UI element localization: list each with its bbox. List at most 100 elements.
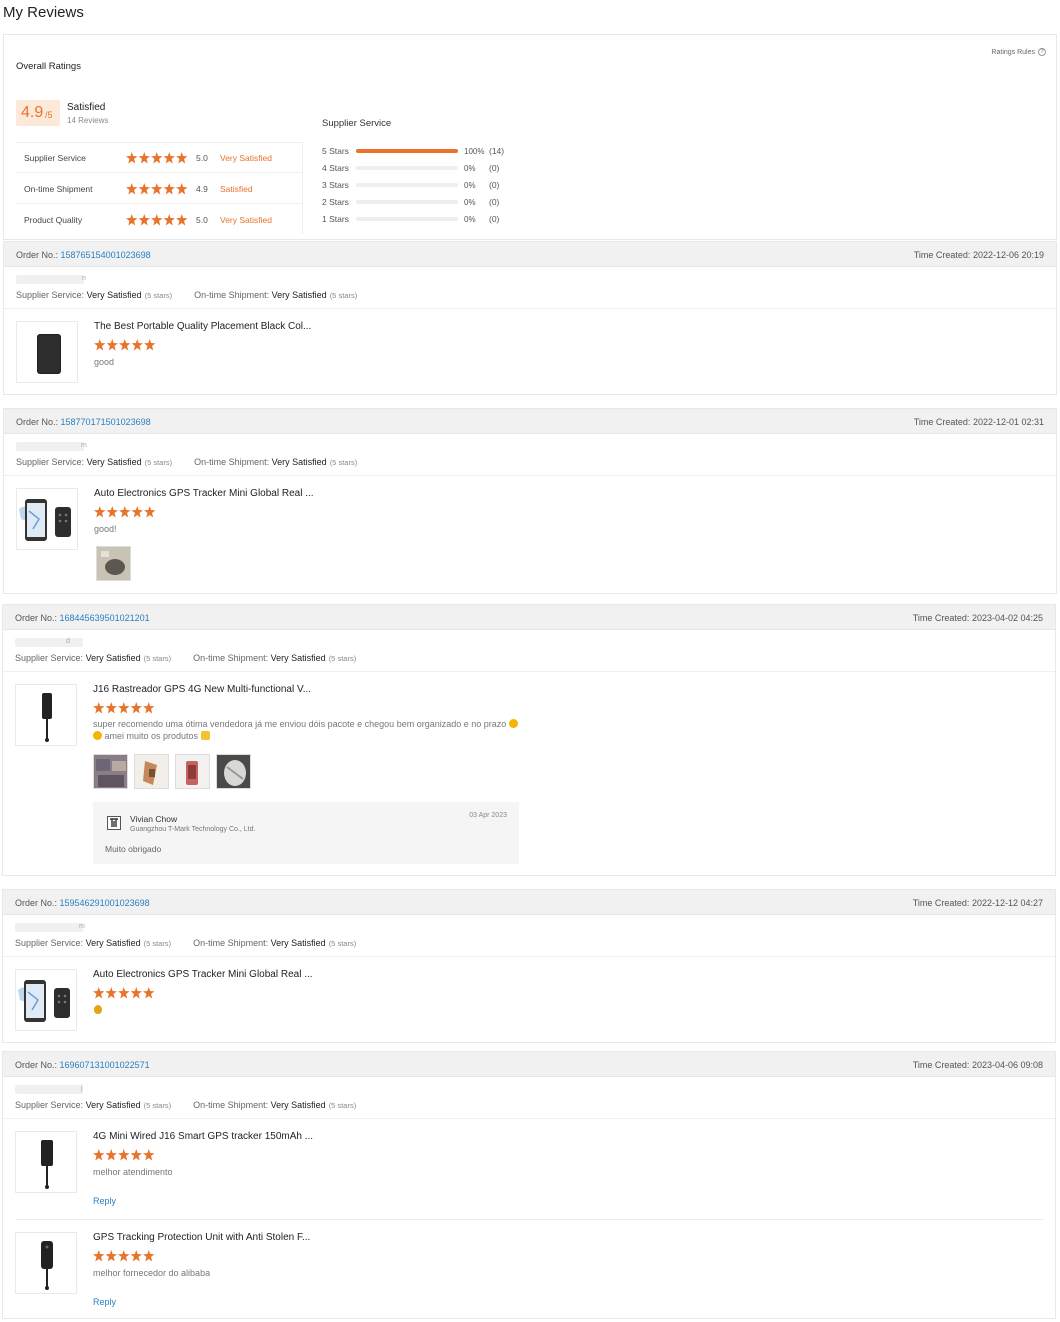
star-icon <box>151 152 163 164</box>
star-icon <box>143 987 155 999</box>
star-icon <box>163 152 175 164</box>
star-icon <box>126 152 138 164</box>
phone-map-tracker-image <box>18 980 70 1022</box>
order-number-label: Order No.: <box>15 898 58 908</box>
reply-button[interactable]: Reply <box>93 1196 116 1206</box>
ontime-shipment-label: On-time Shipment: <box>193 653 269 663</box>
order-header: Order No.: 159546291001023698 Time Creat… <box>3 890 1055 915</box>
order-ratings-line: Supplier Service: Very Satisfied (5 stars… <box>15 653 356 663</box>
order-header: Order No.: 158770171501023698 Time Creat… <box>4 409 1056 434</box>
smile-emoji-icon <box>508 719 518 728</box>
order-number-link[interactable]: 169607131001022571 <box>60 1060 150 1070</box>
product-name[interactable]: Auto Electronics GPS Tracker Mini Global… <box>94 488 314 499</box>
breakdown-bar <box>356 200 458 204</box>
phone-map-tracker-image <box>19 499 71 541</box>
category-name: On-time Shipment <box>24 184 93 194</box>
breakdown-pct: 0% <box>464 181 476 190</box>
star-icon <box>105 987 117 999</box>
time-created-label: Time Created: <box>912 613 970 623</box>
breakdown-pct: 0% <box>464 198 476 207</box>
star-icon <box>151 214 163 226</box>
supplier-service-rating: Very Satisfied <box>86 290 142 300</box>
time-created-value: 2022-12-01 02:31 <box>972 417 1044 427</box>
star-icon <box>93 1250 105 1262</box>
item-divider <box>15 1219 1043 1220</box>
star-icon <box>163 183 175 195</box>
order-ratings-line: Supplier Service: Very Satisfied (5 stars… <box>16 290 357 300</box>
product-thumbnail[interactable] <box>16 321 78 383</box>
order-number-link[interactable]: 159546291001023698 <box>60 898 150 908</box>
ontime-shipment-stars: (5 stars) <box>328 939 357 948</box>
order-card: Order No.: 158770171501023698 Time Creat… <box>3 408 1057 594</box>
star-icon <box>131 339 143 351</box>
star-icon <box>118 1149 130 1161</box>
thumbs-up-icon <box>200 731 210 740</box>
order-header: Order No.: 168445639501021201 Time Creat… <box>3 605 1055 630</box>
product-thumbnail[interactable] <box>15 1131 77 1193</box>
star-icon <box>94 506 106 518</box>
star-icon <box>105 1149 117 1161</box>
breakdown-pct: 0% <box>464 164 476 173</box>
ratings-rules-link[interactable]: Ratings Rules ? <box>991 48 1046 56</box>
review-photo[interactable] <box>96 546 131 581</box>
reply-button[interactable]: Reply <box>93 1297 116 1307</box>
time-created-value: 2023-04-02 04:25 <box>971 613 1043 623</box>
time-created-value: 2023-04-06 09:08 <box>971 1060 1043 1070</box>
wired-tracker-image <box>41 1140 53 1189</box>
review-text-line1: super recomendo uma ótima vendedora já m… <box>93 719 518 729</box>
review-stars <box>93 702 155 714</box>
order-number-link[interactable]: 158765154001023698 <box>61 250 151 260</box>
product-name[interactable]: The Best Portable Quality Placement Blac… <box>94 321 311 332</box>
breakdown-bar <box>356 166 458 170</box>
product-name[interactable]: GPS Tracking Protection Unit with Anti S… <box>93 1232 310 1243</box>
breakdown-bar-fill <box>356 149 458 153</box>
score-value: 4.9 <box>21 104 44 121</box>
order-ratings-line: Supplier Service: Very Satisfied (5 stars… <box>15 938 356 948</box>
star-icon <box>119 506 131 518</box>
breakdown-bar <box>356 217 458 221</box>
order-card: Order No.: 159546291001023698 Time Creat… <box>2 889 1056 1043</box>
category-table: Supplier Service 5.0 Very Satisfied On-t… <box>16 142 302 234</box>
product-thumbnail[interactable] <box>16 488 78 550</box>
product-thumbnail[interactable] <box>15 1232 77 1294</box>
supplier-service-rating: Very Satisfied <box>86 457 142 467</box>
time-created-label: Time Created: <box>912 1060 970 1070</box>
order-number: Order No.: 159546291001023698 <box>15 898 150 908</box>
supplier-service-rating: Very Satisfied <box>85 1100 141 1110</box>
breakdown-count: (14) <box>489 146 505 156</box>
review-photo-image <box>94 755 127 788</box>
order-card: Order No.: 158765154001023698 Time Creat… <box>3 241 1057 395</box>
product-thumbnail[interactable] <box>15 684 77 746</box>
ontime-shipment-rating: Very Satisfied <box>270 1100 326 1110</box>
review-text: melhor fornecedor do alibaba <box>93 1268 211 1278</box>
star-icon <box>94 339 106 351</box>
star-icon <box>105 702 117 714</box>
review-text: good <box>94 357 115 367</box>
review-photo-image <box>217 755 250 788</box>
buyer-name-tail: m <box>81 442 87 449</box>
order-number-link[interactable]: 168445639501021201 <box>60 613 150 623</box>
product-name[interactable]: 4G Mini Wired J16 Smart GPS tracker 150m… <box>93 1131 313 1142</box>
score-max: /5 <box>45 110 53 120</box>
breakdown-row: 2 Stars 0% (0) <box>322 196 542 210</box>
product-name[interactable]: Auto Electronics GPS Tracker Mini Global… <box>93 969 313 980</box>
category-stars <box>126 214 188 226</box>
star-icon <box>144 339 156 351</box>
product-thumbnail[interactable] <box>15 969 77 1031</box>
order-number-link[interactable]: 158770171501023698 <box>61 417 151 427</box>
supplier-service-stars: (5 stars) <box>143 654 172 663</box>
star-icon <box>130 1149 142 1161</box>
review-photo[interactable] <box>134 754 169 789</box>
review-photo-image <box>135 755 168 788</box>
breakdown-row: 3 Stars 0% (0) <box>322 179 542 193</box>
review-photo-image <box>97 547 130 580</box>
star-icon <box>93 1149 105 1161</box>
divider <box>3 1118 1055 1119</box>
product-name[interactable]: J16 Rastreador GPS 4G New Multi-function… <box>93 684 311 695</box>
review-text-line2: amei muito os produtos <box>93 731 210 741</box>
review-stars <box>94 339 156 351</box>
review-photo[interactable] <box>93 754 128 789</box>
review-photo[interactable] <box>216 754 251 789</box>
order-number-label: Order No.: <box>16 250 59 260</box>
review-photo[interactable] <box>175 754 210 789</box>
